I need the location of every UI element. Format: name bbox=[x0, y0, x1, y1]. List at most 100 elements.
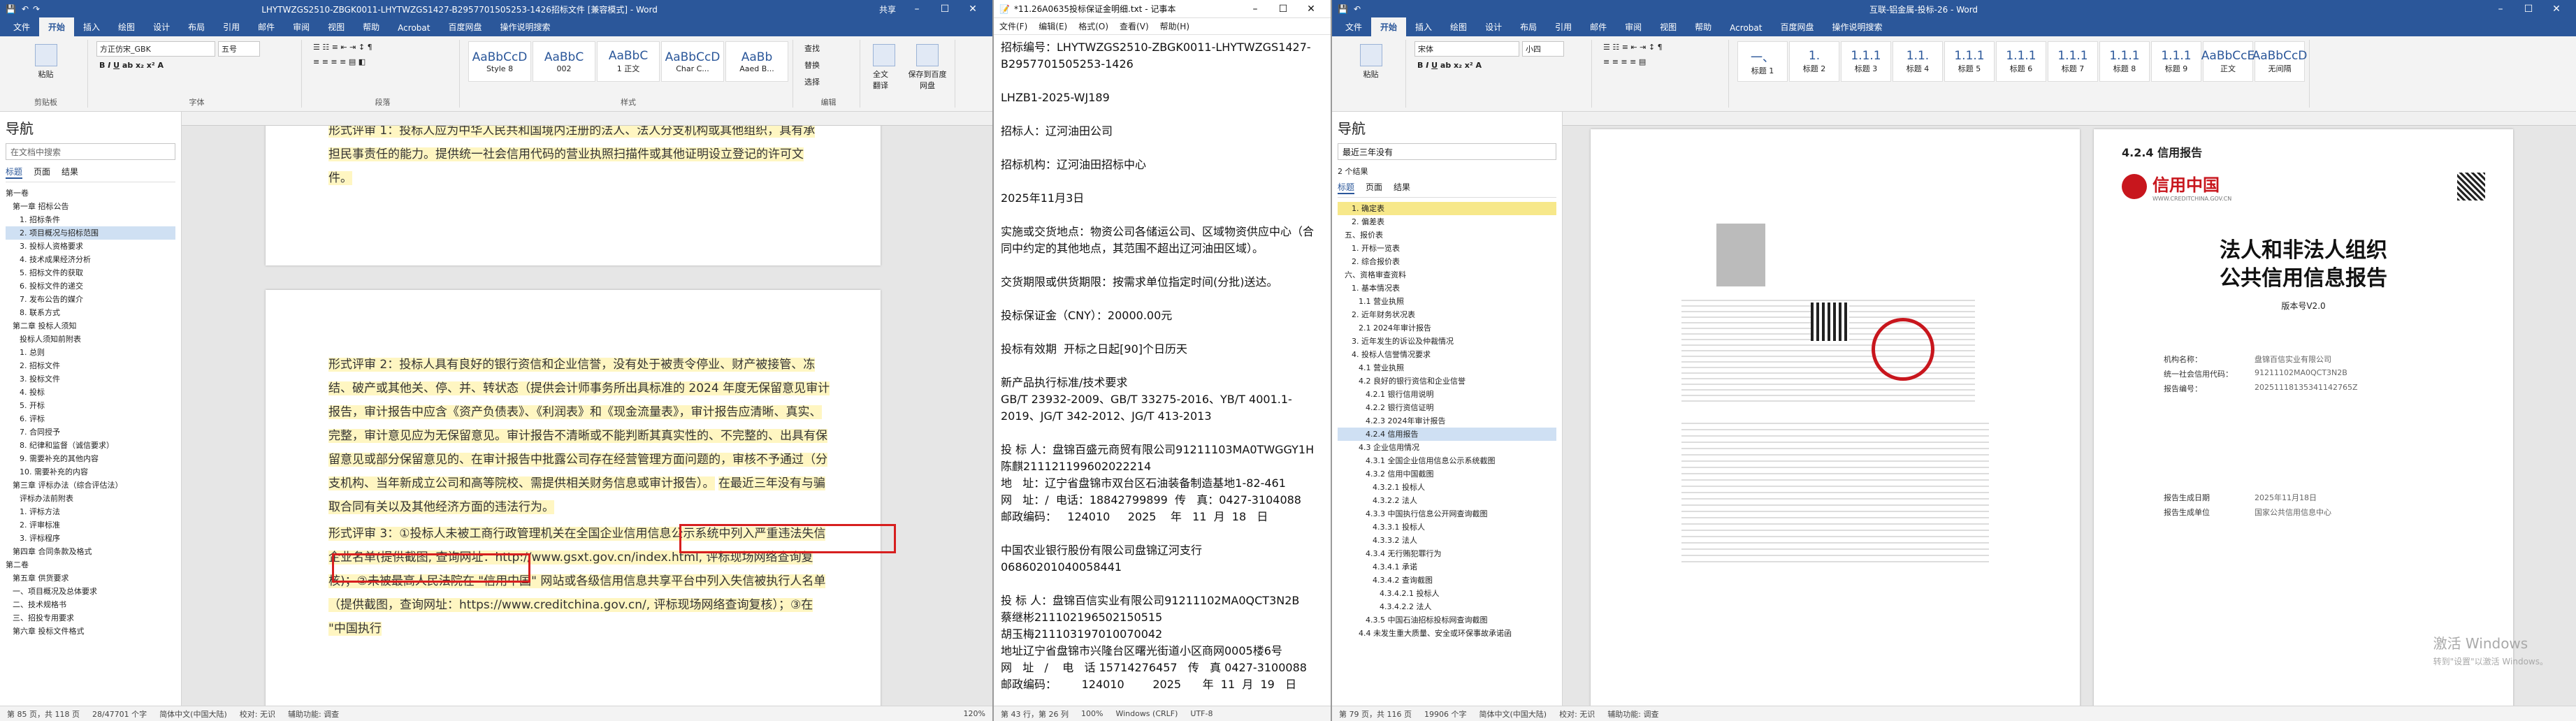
nav-item[interactable]: 7. 发布公告的媒介 bbox=[6, 293, 175, 306]
ribbon-tab[interactable]: 审阅 bbox=[1616, 17, 1651, 36]
nav-item[interactable]: 投标人须知前附表 bbox=[6, 333, 175, 346]
ribbon-tab[interactable]: 文件 bbox=[1336, 17, 1371, 36]
nav-item[interactable]: 第六章 投标文件格式 bbox=[6, 625, 175, 638]
font-name-select[interactable]: 方正仿宋_GBK bbox=[96, 41, 215, 57]
style-item[interactable]: 1.1.1 标题 6 bbox=[1996, 41, 2046, 82]
style-item[interactable]: AaBbCcE 正文 bbox=[2201, 41, 2255, 82]
ribbon-tab[interactable]: 百度网盘 bbox=[1771, 17, 1823, 36]
style-item[interactable]: AaBb Aaed B... bbox=[725, 41, 788, 82]
ribbon-tab[interactable]: 审阅 bbox=[284, 17, 319, 36]
nav-item[interactable]: 1. 开标一览表 bbox=[1338, 242, 1556, 255]
notepad-menu-item[interactable]: 格式(O) bbox=[1078, 20, 1108, 32]
nav-item[interactable]: 3. 近年发生的诉讼及仲裁情况 bbox=[1338, 335, 1556, 348]
save-icon[interactable]: 💾 bbox=[6, 4, 16, 14]
find-button[interactable]: 查找 bbox=[802, 41, 855, 55]
nav-item[interactable]: 4.3.2.1 投标人 bbox=[1338, 481, 1556, 494]
ribbon-tab[interactable]: 帮助 bbox=[354, 17, 389, 36]
nav-item[interactable]: 8. 纪律和监督（诚信要求） bbox=[6, 439, 175, 452]
nav-item[interactable]: 7. 合同授予 bbox=[6, 425, 175, 439]
ribbon-tab[interactable]: 布局 bbox=[1511, 17, 1546, 36]
bid-font-name-select[interactable]: 宋体 bbox=[1414, 41, 1519, 57]
nav-item[interactable]: 3. 评标程序 bbox=[6, 532, 175, 545]
nav-item[interactable]: 4. 技术成果经济分析 bbox=[6, 253, 175, 266]
nav-item[interactable]: 9. 需要补充的其他内容 bbox=[6, 452, 175, 465]
nav-item[interactable]: 1. 招标条件 bbox=[6, 213, 175, 226]
ribbon-tab[interactable]: 设计 bbox=[1476, 17, 1511, 36]
nav-item[interactable]: 4.3.3.2 法人 bbox=[1338, 534, 1556, 547]
ribbon-tab[interactable]: 插入 bbox=[1406, 17, 1441, 36]
style-item[interactable]: AaBbC 1 正文 bbox=[597, 41, 660, 82]
nav-item[interactable]: 4.3.4.2.2 法人 bbox=[1338, 600, 1556, 613]
nav-item[interactable]: 4.3 企业信用情况 bbox=[1338, 441, 1556, 454]
translate-button[interactable]: 全文翻译 bbox=[869, 41, 899, 106]
ribbon-tab[interactable]: 设计 bbox=[144, 17, 179, 36]
ribbon-tab[interactable]: 操作说明搜索 bbox=[1823, 17, 1891, 36]
nav-item[interactable]: 4.3.3 中国执行信息公开网查询截图 bbox=[1338, 507, 1556, 520]
notepad-menu-item[interactable]: 文件(F) bbox=[999, 20, 1027, 32]
nav-item[interactable]: 4.2 良好的银行资信和企业信誉 bbox=[1338, 374, 1556, 388]
style-item[interactable]: 1.1.1 标题 9 bbox=[2151, 41, 2201, 82]
bid-undo-icon[interactable]: ↶ bbox=[1354, 4, 1361, 14]
nav-item[interactable]: 第一章 招标公告 bbox=[6, 200, 175, 213]
ribbon-tab[interactable]: 绘图 bbox=[109, 17, 144, 36]
style-item[interactable]: AaBbC 002 bbox=[533, 41, 595, 82]
nav-search-input[interactable]: 在文档中搜索 bbox=[6, 143, 175, 160]
nav-item[interactable]: 五、报价表 bbox=[1338, 228, 1556, 242]
nav-item[interactable]: 4.2.4 信用报告 bbox=[1338, 428, 1556, 441]
nav-item[interactable]: 第五章 供货要求 bbox=[6, 571, 175, 585]
select-button[interactable]: 选择 bbox=[802, 75, 855, 89]
nav-item[interactable]: 第四章 合同条款及格式 bbox=[6, 545, 175, 558]
ribbon-tab[interactable]: 视图 bbox=[1651, 17, 1686, 36]
nav-tab[interactable]: 结果 bbox=[61, 166, 78, 179]
undo-icon[interactable]: ↶ bbox=[22, 4, 29, 14]
nav-item[interactable]: 三、招投专用要求 bbox=[6, 611, 175, 625]
style-item[interactable]: 1. 标题 2 bbox=[1789, 41, 1839, 82]
save-to-baidu-button[interactable]: 保存到百度网盘 bbox=[902, 41, 953, 106]
nav-item[interactable]: 第二卷 bbox=[6, 558, 175, 571]
style-item[interactable]: 一、 标题 1 bbox=[1737, 41, 1788, 82]
close-icon[interactable]: ✕ bbox=[959, 3, 987, 15]
bid-list-buttons[interactable]: ☰ ☷ ≡ ⇤ ⇥ ↕ ¶ bbox=[1600, 41, 1724, 53]
nav-tab[interactable]: 页面 bbox=[1366, 181, 1382, 194]
nav-item[interactable]: 1. 基本情况表 bbox=[1338, 282, 1556, 295]
style-item[interactable]: 1.1.1 标题 3 bbox=[1841, 41, 1891, 82]
nav-item[interactable]: 4. 投标人信誉情况要求 bbox=[1338, 348, 1556, 361]
bid-save-icon[interactable]: 💾 bbox=[1338, 4, 1348, 14]
nav-item[interactable]: 6. 投标文件的递交 bbox=[6, 279, 175, 293]
nav-item[interactable]: 2. 偏差表 bbox=[1338, 215, 1556, 228]
nav-item[interactable]: 2.1 2024年审计报告 bbox=[1338, 321, 1556, 335]
style-item[interactable]: 1.1. 标题 4 bbox=[1893, 41, 1943, 82]
notepad-minimize-icon[interactable]: – bbox=[1241, 3, 1269, 15]
nav-item[interactable]: 3. 投标文件 bbox=[6, 372, 175, 386]
nav-item[interactable]: 4.3.4 无行贿犯罪行为 bbox=[1338, 547, 1556, 560]
nav-item[interactable]: 4.3.2 信用中国截图 bbox=[1338, 467, 1556, 481]
ribbon-tab[interactable]: 引用 bbox=[214, 17, 249, 36]
bid-maximize-icon[interactable]: ☐ bbox=[2515, 3, 2542, 15]
ribbon-tab[interactable]: 绘图 bbox=[1441, 17, 1476, 36]
ribbon-tab[interactable]: 帮助 bbox=[1686, 17, 1721, 36]
ribbon-tab[interactable]: 操作说明搜索 bbox=[491, 17, 559, 36]
ribbon-tab[interactable]: 邮件 bbox=[1581, 17, 1616, 36]
nav-item[interactable]: 4.3.2.2 法人 bbox=[1338, 494, 1556, 507]
bid-font-format-buttons[interactable]: B I U ab x₂ x² A bbox=[1414, 59, 1587, 71]
ribbon-tab[interactable]: 引用 bbox=[1546, 17, 1581, 36]
maximize-icon[interactable]: ☐ bbox=[931, 3, 959, 15]
ribbon-tab[interactable]: 插入 bbox=[74, 17, 109, 36]
bid-align-buttons[interactable]: ≡ ≡ ≡ ≡ ▤ bbox=[1600, 56, 1724, 68]
nav-item[interactable]: 第二章 投标人须知 bbox=[6, 319, 175, 333]
nav-item[interactable]: 4.3.4.1 承诺 bbox=[1338, 560, 1556, 574]
nav-item[interactable]: 二、技术规格书 bbox=[6, 598, 175, 611]
nav-item[interactable]: 4.3.4.2.1 投标人 bbox=[1338, 587, 1556, 600]
bid-close-icon[interactable]: ✕ bbox=[2542, 3, 2570, 15]
nav-item[interactable]: 4.2.1 银行信用说明 bbox=[1338, 388, 1556, 401]
style-item[interactable]: AaBbCcD 无间隔 bbox=[2252, 41, 2307, 82]
style-item[interactable]: AaBbCcD Style 8 bbox=[468, 41, 531, 82]
nav-item[interactable]: 8. 联系方式 bbox=[6, 306, 175, 319]
bid-paste-button[interactable]: 粘贴 bbox=[1340, 41, 1401, 82]
notepad-maximize-icon[interactable]: ☐ bbox=[1269, 3, 1297, 15]
style-item[interactable]: 1.1.1 标题 8 bbox=[2099, 41, 2150, 82]
zoom-level[interactable]: 120% bbox=[964, 709, 985, 718]
ribbon-tab[interactable]: 邮件 bbox=[249, 17, 284, 36]
notepad-menu-item[interactable]: 查看(V) bbox=[1120, 20, 1149, 32]
nav-item[interactable]: 第三章 评标办法（综合评估法） bbox=[6, 479, 175, 492]
